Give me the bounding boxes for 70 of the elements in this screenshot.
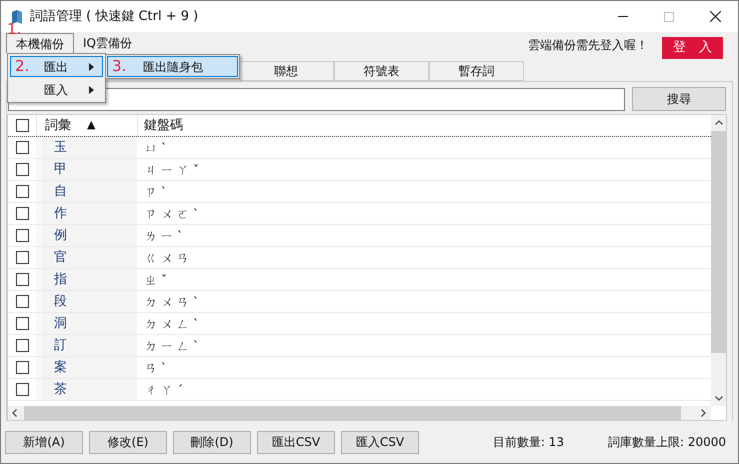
menu-option[interactable]: 匯入 (10, 79, 103, 100)
window-title: 詞語管理 ( 快速鍵 Ctrl + 9 ) (30, 8, 198, 26)
login-notice: 雲端備份需先登入喔！ (528, 36, 648, 54)
table-cell: 洞 (36, 313, 137, 334)
step-annotation: 2. (15, 56, 30, 78)
table-cell: 甲 (36, 159, 137, 180)
checkbox[interactable] (16, 251, 28, 264)
vertical-scrollbar[interactable] (711, 115, 726, 406)
action-button[interactable]: 匯入CSV (341, 430, 419, 454)
checkbox[interactable] (16, 339, 28, 352)
checkbox[interactable] (16, 361, 28, 374)
table-cell: 例 (36, 225, 137, 246)
checkbox[interactable] (16, 141, 28, 154)
table-cell-text: ㄩˋ (144, 140, 172, 156)
table-cell-text: ㄐㄧㄚˇ (144, 162, 204, 178)
table-cell-text: ㄌㄧˋ (144, 228, 188, 244)
scroll-right-icon (701, 409, 706, 417)
table-cell: 案 (36, 357, 137, 378)
checkbox[interactable] (16, 383, 28, 396)
table-cell-text: ㄢˋ (144, 360, 172, 376)
menu-option[interactable]: 2. 匯出 (10, 56, 103, 77)
tab[interactable]: 符號表 (334, 61, 429, 81)
search-button[interactable]: 搜尋 (632, 87, 726, 111)
table-cell-text: ㄓˇ (144, 272, 172, 288)
table-cell-text: ㄉㄨㄥˋ (144, 316, 204, 332)
step-annotation: 3. (112, 56, 126, 78)
scroll-up-icon (714, 120, 722, 125)
table-cell: 官 (36, 247, 137, 268)
table-cell: 玉 (36, 137, 137, 158)
checkbox[interactable] (16, 295, 28, 308)
tab[interactable]: 聯想 (239, 61, 334, 81)
word-limit: 詞庫數量上限: 20000 (608, 434, 726, 451)
checkbox[interactable] (16, 119, 28, 132)
checkbox[interactable] (16, 207, 28, 220)
table-cell: 段 (36, 291, 137, 312)
action-button[interactable]: 刪除(D) (173, 430, 251, 454)
checkbox[interactable] (16, 273, 28, 286)
maximize-icon (664, 12, 674, 22)
action-button[interactable]: 匯出CSV (257, 430, 335, 454)
scroll-thumb[interactable] (711, 131, 726, 353)
app-icon (11, 10, 23, 24)
table-cell: 茶 (36, 379, 137, 400)
table-cell-text: ㄗㄨㄛˋ (144, 206, 204, 222)
tab[interactable]: 暫存詞 (429, 61, 524, 81)
table-cell: 訂 (36, 335, 137, 356)
menu-item[interactable]: 本機備份 (6, 33, 74, 53)
table-cell: 指 (36, 269, 137, 290)
scroll-down-icon (714, 396, 722, 401)
column-header[interactable]: 詞彙 ▲ (36, 115, 137, 136)
menu-option[interactable]: 3. 匯出隨身包 (107, 56, 238, 77)
checkbox[interactable] (16, 317, 28, 330)
table-cell-text: ㄍㄨㄢ (144, 250, 194, 266)
action-button[interactable]: 修改(E) (89, 430, 167, 454)
minimize-icon (618, 16, 628, 17)
table-cell-text: ㄉㄧㄥˋ (144, 338, 204, 354)
table-cell-text: ㄔㄚˊ (144, 382, 188, 398)
sort-indicator: ▲ (87, 117, 96, 134)
table-cell-text: ㄉㄨㄢˋ (144, 294, 204, 310)
action-button[interactable]: 新增(A) (5, 430, 83, 454)
login-button[interactable]: 登 入 (662, 36, 723, 58)
table-cell: 自 (36, 181, 137, 202)
checkbox[interactable] (16, 185, 28, 198)
table-cell: 作 (36, 203, 137, 224)
checkbox[interactable] (16, 229, 28, 242)
scroll-left-icon (12, 409, 17, 417)
checkbox[interactable] (16, 163, 28, 176)
menu-item[interactable]: IQ雲備份 (74, 33, 141, 53)
current-count: 目前數量: 13 (492, 434, 564, 451)
close-icon (710, 11, 720, 22)
table-cell-text: ㄗˋ (144, 184, 172, 200)
